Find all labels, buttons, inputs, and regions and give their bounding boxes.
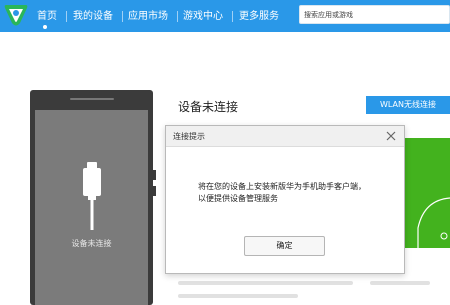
- phone-side-button: [153, 170, 156, 180]
- phone-status-text: 设备未连接: [71, 239, 112, 248]
- nav-divider: [232, 11, 233, 22]
- loading-placeholder: [178, 294, 298, 298]
- nav-divider: [66, 11, 67, 22]
- loading-placeholder: [370, 281, 430, 285]
- dialog-header: 连接提示: [166, 126, 404, 147]
- banner-decoration: [417, 197, 450, 248]
- dialog-message-line: 以便提供设备管理服务: [198, 194, 278, 203]
- device-status-title: 设备未连接: [178, 100, 239, 114]
- connect-dialog: 连接提示 将在您的设备上安装新版华为手机助手客户端， 以便提供设备管理服务 确定: [165, 125, 405, 274]
- active-nav-indicator: [43, 25, 47, 29]
- usb-plug-icon: [83, 162, 101, 230]
- wlan-connect-button[interactable]: WLAN无线连接: [366, 96, 450, 114]
- app-logo-icon[interactable]: [2, 1, 30, 29]
- nav-divider: [122, 11, 123, 22]
- nav-home[interactable]: 首页: [37, 9, 57, 25]
- nav-game-center[interactable]: 游戏中心: [183, 9, 223, 25]
- ok-button[interactable]: 确定: [244, 236, 325, 256]
- search-box[interactable]: [299, 5, 450, 24]
- loading-placeholder: [178, 281, 353, 285]
- dialog-message: 将在您的设备上安装新版华为手机助手客户端， 以便提供设备管理服务: [198, 181, 398, 205]
- phone-side-button: [153, 186, 156, 196]
- nav-app-market[interactable]: 应用市场: [128, 9, 168, 25]
- search-input[interactable]: [300, 6, 449, 23]
- top-bar: 首页 我的设备 应用市场 游戏中心 更多服务: [0, 0, 450, 32]
- nav-more-services[interactable]: 更多服务: [239, 9, 279, 25]
- phone-speaker: [70, 98, 114, 100]
- promo-banner: [404, 138, 450, 248]
- dialog-title: 连接提示: [173, 132, 205, 141]
- nav-my-devices[interactable]: 我的设备: [73, 9, 113, 25]
- nav-divider: [177, 11, 178, 22]
- dialog-message-line: 将在您的设备上安装新版华为手机助手客户端，: [198, 182, 366, 191]
- close-icon[interactable]: [385, 130, 397, 142]
